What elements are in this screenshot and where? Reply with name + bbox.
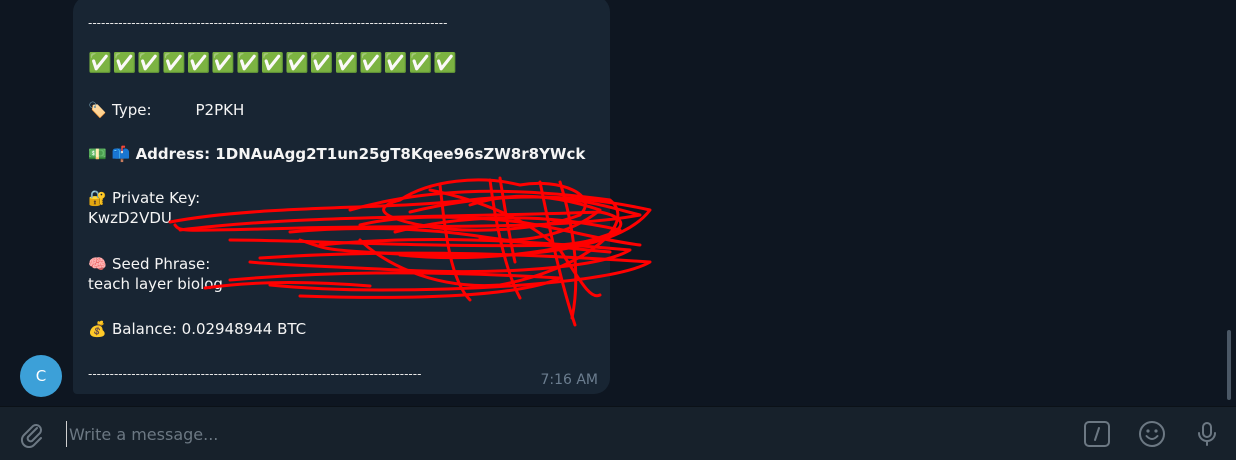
balance-line: 💰 Balance: 0.02948944 BTC (88, 319, 306, 339)
separator-top: ----------------------------------------… (88, 16, 448, 30)
avatar[interactable]: C (20, 355, 62, 397)
seed-phrase-line: 🧠 Seed Phrase: (88, 254, 210, 274)
private-key-label: Private Key: (112, 189, 201, 207)
seed-phrase-value: teach layer biolog (88, 275, 223, 293)
slash-command-icon[interactable] (1083, 420, 1111, 448)
address-text[interactable]: Address: 1DNAuAgg2T1un25gT8Kqee96sZW8r8Y… (136, 145, 586, 163)
checkmark-row: ✅✅✅✅✅✅✅✅✅✅✅✅✅✅✅ (88, 52, 458, 74)
private-key-value: KwzD2VDU (88, 209, 172, 227)
avatar-initial: C (35, 367, 47, 385)
scrollbar-thumb[interactable] (1227, 330, 1231, 400)
message-bubble[interactable]: ----------------------------------------… (73, 0, 610, 394)
money-mailbox-icon: 💵 📫 (88, 145, 131, 163)
type-line: 🏷️ Type: P2PKH (88, 100, 244, 120)
separator-bottom: ----------------------------------------… (88, 367, 422, 381)
type-label: Type: (112, 101, 152, 119)
money-bag-icon: 💰 (88, 320, 107, 338)
label-tag-icon: 🏷️ (88, 101, 107, 119)
private-key-line: 🔐 Private Key: (88, 188, 200, 208)
address-line: 💵 📫 Address: 1DNAuAgg2T1un25gT8Kqee96sZW8… (88, 144, 585, 164)
balance-text: Balance: 0.02948944 BTC (112, 320, 307, 338)
microphone-icon[interactable] (1193, 420, 1221, 448)
paperclip-icon[interactable] (18, 420, 46, 449)
message-composer (0, 406, 1236, 460)
message-time: 7:16 AM (540, 372, 598, 388)
lock-key-icon: 🔐 (88, 189, 107, 207)
chat-area[interactable]: ----------------------------------------… (0, 0, 1236, 406)
smiley-icon[interactable] (1138, 420, 1166, 448)
seed-phrase-label: Seed Phrase: (112, 255, 211, 273)
type-value: P2PKH (195, 101, 245, 119)
message-input[interactable] (66, 421, 1071, 447)
brain-icon: 🧠 (88, 255, 107, 273)
